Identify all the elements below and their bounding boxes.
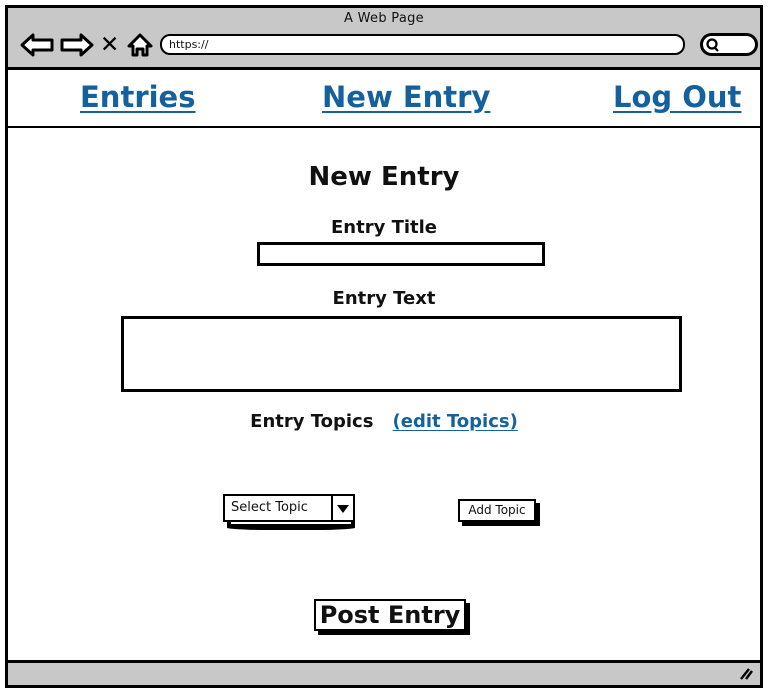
status-bar: [8, 660, 760, 685]
back-arrow-icon[interactable]: [20, 32, 54, 62]
browser-toolbar: ✕ https://: [8, 30, 760, 66]
entry-title-label: Entry Title: [330, 217, 438, 238]
entry-title-input[interactable]: [257, 242, 545, 266]
magnifier-icon: [705, 37, 721, 57]
topic-select-value: Select Topic: [231, 500, 308, 515]
add-topic-button[interactable]: Add Topic: [458, 499, 536, 522]
page-navigation: Entries New Entry Log Out: [8, 70, 760, 128]
edit-topics-link[interactable]: (edit Topics): [393, 411, 518, 432]
home-icon[interactable]: [126, 32, 154, 62]
url-input[interactable]: https://: [160, 34, 685, 55]
resize-grip-icon[interactable]: [737, 666, 753, 682]
topic-select[interactable]: Select Topic: [223, 494, 355, 522]
entry-topics-label: Entry Topics: [250, 411, 374, 432]
page-title: New Entry: [308, 162, 460, 192]
entry-text-textarea[interactable]: [121, 316, 682, 392]
browser-chrome: A Web Page ✕ https://: [8, 8, 760, 70]
nav-link-entries[interactable]: Entries: [80, 80, 196, 114]
main-content: New Entry Entry Title Entry Text Entry T…: [8, 128, 760, 631]
nav-link-log-out[interactable]: Log Out: [613, 80, 741, 114]
chevron-down-icon[interactable]: [331, 496, 353, 520]
browser-window: A Web Page ✕ https:// Entries New Entry …: [5, 5, 763, 688]
entry-text-label: Entry Text: [332, 288, 436, 309]
entry-topics-row: Entry Topics (edit Topics): [8, 411, 760, 432]
search-input[interactable]: [700, 33, 758, 56]
stop-icon[interactable]: ✕: [100, 32, 119, 58]
forward-arrow-icon[interactable]: [60, 32, 94, 62]
window-title: A Web Page: [344, 11, 424, 26]
post-entry-button[interactable]: Post Entry: [314, 599, 466, 631]
nav-link-new-entry[interactable]: New Entry: [322, 80, 490, 114]
